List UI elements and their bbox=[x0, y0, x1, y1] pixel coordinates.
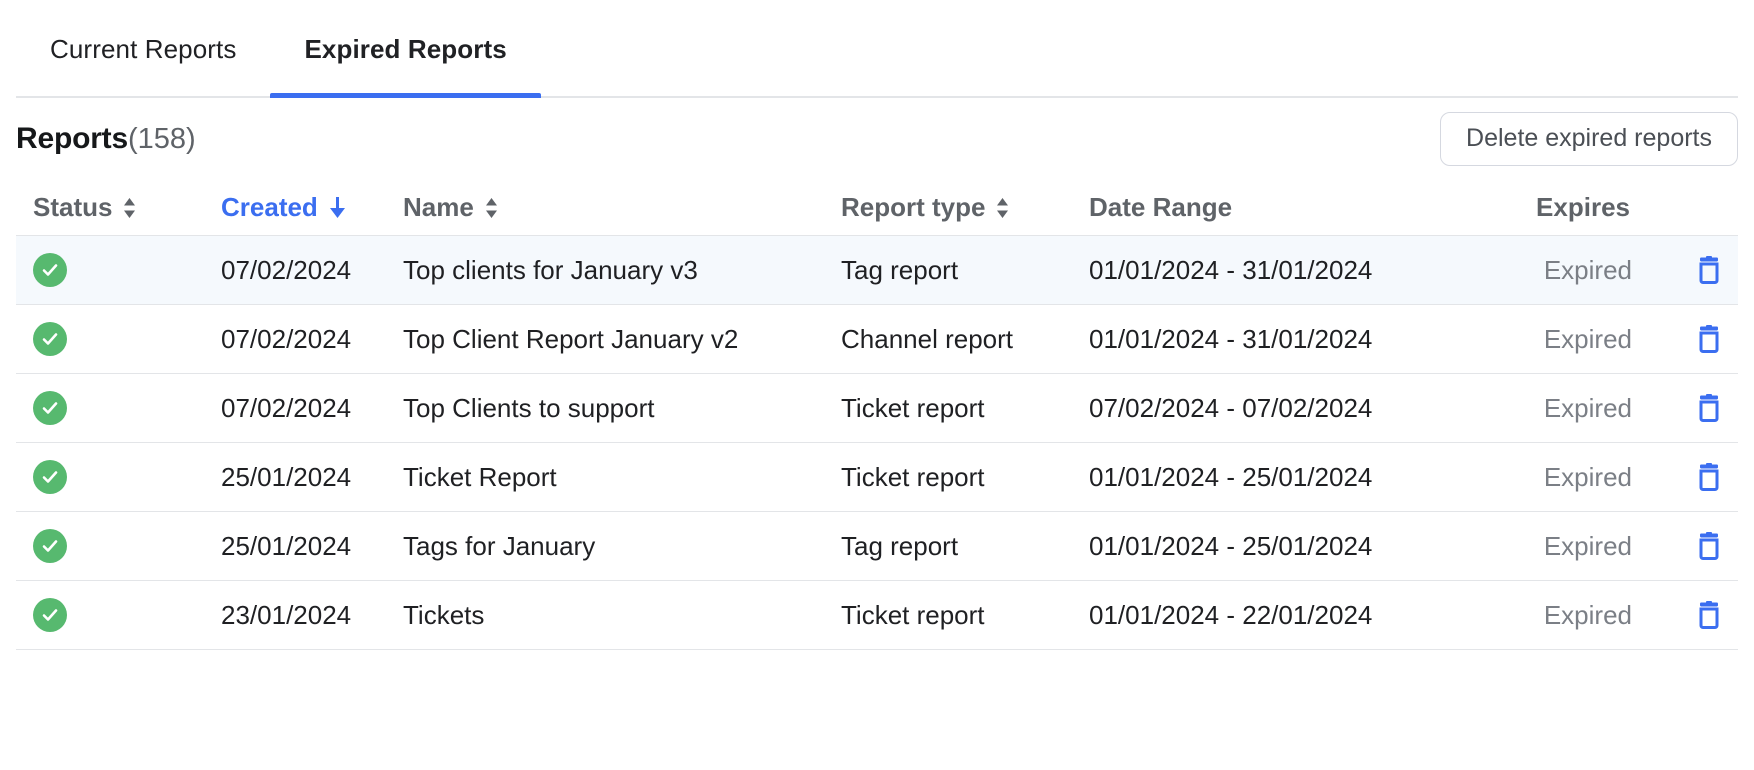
check-circle-icon bbox=[33, 253, 67, 287]
cell-expires: Expired bbox=[1489, 529, 1738, 563]
tab-current-reports[interactable]: Current Reports bbox=[16, 0, 270, 98]
expires-status: Expired bbox=[1543, 323, 1632, 354]
column-header-label: Expires bbox=[1536, 192, 1630, 222]
section-header: Reports (158) Delete expired reports bbox=[0, 98, 1754, 180]
cell-date-range: 07/02/2024 - 07/02/2024 bbox=[1089, 392, 1373, 423]
cell-report-type: Ticket report bbox=[841, 392, 985, 423]
expires-status: Expired bbox=[1543, 461, 1632, 492]
cell-report-type: Channel report bbox=[841, 323, 1013, 354]
table-row[interactable]: 07/02/2024 Top Client Report January v2 … bbox=[16, 305, 1738, 374]
sort-arrows-icon[interactable] bbox=[996, 197, 1009, 219]
table-row[interactable]: 07/02/2024 Top Clients to support Ticket… bbox=[16, 374, 1738, 443]
cell-status bbox=[16, 598, 221, 632]
column-header-created[interactable]: Created bbox=[221, 192, 381, 223]
cell-created: 07/02/2024 bbox=[221, 392, 352, 423]
check-circle-icon bbox=[33, 322, 67, 356]
tab-label: Expired Reports bbox=[304, 33, 507, 64]
tab-label: Current Reports bbox=[50, 33, 237, 64]
delete-report-button[interactable] bbox=[1692, 391, 1726, 425]
cell-name: Top Clients to support bbox=[403, 392, 655, 423]
column-header-label: Date Range bbox=[1089, 192, 1233, 222]
arrow-down-icon[interactable] bbox=[329, 196, 346, 219]
cell-name: Tags for January bbox=[403, 530, 596, 561]
cell-created: 07/02/2024 bbox=[221, 254, 352, 285]
cell-created: 25/01/2024 bbox=[221, 530, 352, 561]
page-title-text: Reports bbox=[16, 122, 128, 155]
column-header-status[interactable]: Status bbox=[16, 192, 221, 223]
column-header-name[interactable]: Name bbox=[381, 192, 841, 223]
delete-report-button[interactable] bbox=[1692, 460, 1726, 494]
cell-created: 07/02/2024 bbox=[221, 323, 352, 354]
column-header-date-range: Date Range bbox=[1089, 192, 1489, 223]
cell-status bbox=[16, 391, 221, 425]
table-row[interactable]: 25/01/2024 Tags for January Tag report 0… bbox=[16, 512, 1738, 581]
cell-created: 25/01/2024 bbox=[221, 461, 352, 492]
column-header-report-type[interactable]: Report type bbox=[841, 192, 1089, 223]
expires-status: Expired bbox=[1543, 392, 1632, 423]
cell-name: Ticket Report bbox=[403, 461, 557, 492]
cell-report-type: Ticket report bbox=[841, 461, 985, 492]
tab-expired-reports[interactable]: Expired Reports bbox=[270, 0, 541, 98]
column-header-label: Report type bbox=[841, 192, 986, 222]
table-header-row: Status Created Name Report type Date Ran… bbox=[16, 180, 1738, 236]
page-title: Reports (158) bbox=[16, 122, 196, 156]
cell-expires: Expired bbox=[1489, 253, 1738, 287]
cell-report-type: Ticket report bbox=[841, 599, 985, 630]
cell-status bbox=[16, 322, 221, 356]
cell-name: Tickets bbox=[403, 599, 485, 630]
cell-report-type: Tag report bbox=[841, 254, 959, 285]
cell-date-range: 01/01/2024 - 31/01/2024 bbox=[1089, 323, 1373, 354]
table-row[interactable]: 25/01/2024 Ticket Report Ticket report 0… bbox=[16, 443, 1738, 512]
delete-report-button[interactable] bbox=[1692, 322, 1726, 356]
cell-expires: Expired bbox=[1489, 460, 1738, 494]
column-header-label: Status bbox=[33, 192, 113, 222]
cell-status bbox=[16, 253, 221, 287]
cell-status bbox=[16, 529, 221, 563]
check-circle-icon bbox=[33, 460, 67, 494]
column-header-label: Name bbox=[403, 192, 474, 222]
cell-report-type: Tag report bbox=[841, 530, 959, 561]
sort-arrows-icon[interactable] bbox=[485, 197, 498, 219]
cell-date-range: 01/01/2024 - 25/01/2024 bbox=[1089, 530, 1373, 561]
sort-arrows-icon[interactable] bbox=[123, 197, 136, 219]
cell-status bbox=[16, 460, 221, 494]
expired-reports-page: Current Reports Expired Reports Reports … bbox=[0, 0, 1754, 770]
table-row[interactable]: 23/01/2024 Tickets Ticket report 01/01/2… bbox=[16, 581, 1738, 650]
cell-date-range: 01/01/2024 - 22/01/2024 bbox=[1089, 599, 1373, 630]
table-row[interactable]: 07/02/2024 Top clients for January v3 Ta… bbox=[16, 236, 1738, 305]
column-header-label: Created bbox=[221, 192, 318, 222]
delete-expired-reports-button[interactable]: Delete expired reports bbox=[1440, 112, 1738, 166]
delete-report-button[interactable] bbox=[1692, 529, 1726, 563]
delete-report-button[interactable] bbox=[1692, 598, 1726, 632]
column-header-expires: Expires bbox=[1489, 192, 1738, 223]
delete-report-button[interactable] bbox=[1692, 253, 1726, 287]
cell-name: Top Client Report January v2 bbox=[403, 323, 739, 354]
reports-table: Status Created Name Report type Date Ran… bbox=[0, 180, 1754, 650]
check-circle-icon bbox=[33, 598, 67, 632]
cell-created: 23/01/2024 bbox=[221, 599, 352, 630]
cell-date-range: 01/01/2024 - 31/01/2024 bbox=[1089, 254, 1373, 285]
cell-expires: Expired bbox=[1489, 598, 1738, 632]
check-circle-icon bbox=[33, 529, 67, 563]
cell-name: Top clients for January v3 bbox=[403, 254, 698, 285]
cell-expires: Expired bbox=[1489, 391, 1738, 425]
report-count: (158) bbox=[127, 123, 196, 155]
expires-status: Expired bbox=[1543, 599, 1632, 630]
expires-status: Expired bbox=[1543, 530, 1632, 561]
cell-expires: Expired bbox=[1489, 322, 1738, 356]
check-circle-icon bbox=[33, 391, 67, 425]
cell-date-range: 01/01/2024 - 25/01/2024 bbox=[1089, 461, 1373, 492]
expires-status: Expired bbox=[1543, 254, 1632, 285]
report-tabs: Current Reports Expired Reports bbox=[0, 0, 1754, 98]
